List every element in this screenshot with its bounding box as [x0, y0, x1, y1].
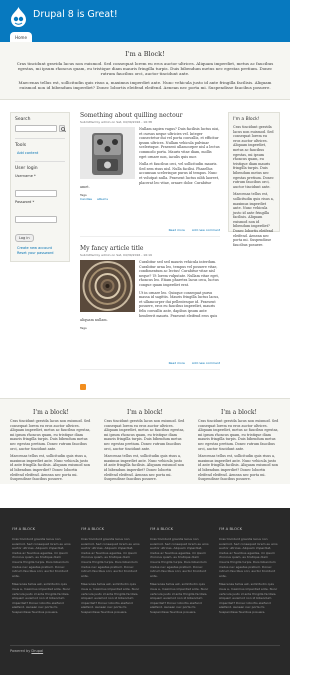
tools-block-title: Tools: [15, 143, 27, 148]
nav-tab-home[interactable]: Home: [10, 32, 32, 42]
article-title[interactable]: My fancy article title: [80, 245, 220, 252]
block-paragraph: Maecenas tellus est, sollicitudin quis r…: [10, 454, 91, 482]
main-content: Something about quilling nectour Submitt…: [80, 112, 220, 378]
add-comment-link[interactable]: Add new comment: [192, 361, 220, 365]
drupal-link[interactable]: Drupal: [31, 649, 43, 653]
guitar-pedal-image: [80, 127, 135, 179]
site-header: Drupal 8 is Great! Home: [0, 0, 290, 42]
footer-block: I'm a block Cras tincidunt gravida lacus…: [81, 526, 141, 619]
block-title: I'm a block: [219, 526, 243, 531]
block-paragraph: Cras tincidunt gravida lacus non euismod…: [150, 537, 209, 578]
article-links: Read more Add new comment: [163, 361, 220, 365]
login-button[interactable]: Log in: [15, 234, 34, 242]
spiral-staircase-image: [80, 260, 135, 312]
password-field[interactable]: [15, 215, 57, 223]
block-paragraph: Cras tincidunt gravida lacus non euismod…: [12, 537, 71, 578]
site-footer: I'm a block Cras tincidunt gravida lacus…: [0, 508, 290, 675]
divider: [10, 645, 280, 646]
powered-by-text: Powered by: [10, 649, 31, 653]
block-paragraph: Cras tincidunt gravida lacus non euismod…: [104, 419, 185, 451]
block-paragraph: Maecenas tellus est, sollicitudin quis r…: [12, 582, 71, 614]
tags-label: Tags: [80, 325, 87, 330]
triptych-block: I'm a block! Cras tincidunt gravida lacu…: [198, 409, 280, 485]
login-block-title: User login: [15, 166, 38, 171]
block-paragraph: Cras tincidunt gravida lacus non euismod…: [16, 61, 274, 76]
sidebar-second: I'm a Block! Cras tincidunt gravida lacu…: [228, 112, 280, 247]
footer-block: I'm a block Cras tincidunt gravida lacus…: [150, 526, 210, 619]
article-meta: Submitted by admin on Sat, 04/30/2016 - …: [80, 120, 152, 124]
search-button[interactable]: [59, 125, 66, 132]
add-content-link[interactable]: Add content: [17, 151, 65, 155]
username-field[interactable]: [15, 189, 57, 197]
block-title: I'm a block!: [221, 409, 257, 416]
article-links: Read more Add new comment: [163, 228, 220, 232]
footer-block: I'm a block Cras tincidunt gravida lacus…: [12, 526, 72, 619]
triptych-block: I'm a block! Cras tincidunt gravida lacu…: [104, 409, 186, 485]
divider: [15, 161, 65, 162]
tag-link[interactable]: albums: [97, 197, 108, 201]
block-title: I'm a Block!: [125, 50, 165, 58]
reset-password-link[interactable]: Reset your password: [17, 251, 65, 255]
article-teaser: My fancy article title Submitted by admi…: [80, 245, 220, 370]
search-icon: [61, 127, 66, 132]
block-paragraph: Cras tincidunt gravida lacus non euismod…: [219, 537, 278, 578]
block-paragraph: Maecenas tellus est, sollicitudin quis r…: [81, 582, 140, 614]
search-block-title: Search: [15, 117, 31, 122]
block-title: I'm a Block!: [233, 117, 260, 122]
divider: [15, 138, 65, 139]
block-title: I'm a block!: [33, 409, 69, 416]
block-paragraph: Cras tincidunt gravida lacus non euismod…: [198, 419, 279, 451]
read-more-link[interactable]: Read more: [169, 228, 185, 232]
article-title[interactable]: Something about quilling nectour: [80, 112, 220, 119]
block-paragraph: Maecenas tellus est, sollicitudin quis r…: [104, 454, 185, 482]
tag-link[interactable]: Candles: [80, 197, 92, 201]
triptych-region: I'm a block! Cras tincidunt gravida lacu…: [0, 398, 290, 484]
sidebar-first: Search Tools Add content User login User…: [10, 112, 70, 262]
block-paragraph: Maecenas tellus est, sollicitudin quis r…: [18, 80, 272, 90]
article-tags: Tags: [80, 326, 220, 330]
password-label: Password *: [15, 200, 35, 204]
highlighted-block: I'm a Block! Cras tincidunt gravida lacu…: [0, 42, 290, 100]
block-paragraph: Cras tincidunt gravida lacus non euismod…: [10, 419, 91, 451]
article-teaser: Something about quilling nectour Submitt…: [80, 112, 220, 237]
create-account-link[interactable]: Create new account: [17, 246, 65, 250]
article-tags: Tags Candles albums: [80, 193, 220, 201]
username-label: Username *: [15, 174, 36, 178]
block-title: I'm a block!: [127, 409, 163, 416]
block-paragraph: Cras tincidunt gravida lacus non euismod…: [81, 537, 140, 578]
powered-by: Powered by Drupal: [10, 649, 43, 653]
rss-feed-icon[interactable]: [80, 384, 86, 390]
triptych-block: I'm a block! Cras tincidunt gravida lacu…: [10, 409, 92, 485]
block-paragraph: Maecenas tellus est, sollicitudin quis r…: [219, 582, 278, 614]
read-more-link[interactable]: Read more: [169, 361, 185, 365]
block-paragraph: Maecenas tellus est, sollicitudin quis r…: [150, 582, 209, 614]
article-meta: Submitted by admin on Sat, 04/30/2016 - …: [80, 253, 152, 257]
footer-block: I'm a block Cras tincidunt gravida lacus…: [219, 526, 279, 619]
block-title: I'm a block: [150, 526, 174, 531]
site-name[interactable]: Drupal 8 is Great!: [33, 9, 118, 20]
drupal-drop-icon[interactable]: [10, 7, 27, 27]
block-paragraph: Cras tincidunt gravida lacus non euismod…: [233, 125, 274, 189]
add-comment-link[interactable]: Add new comment: [192, 228, 220, 232]
block-paragraph: Maecenas tellus est, sollicitudin quis r…: [233, 192, 274, 247]
block-title: I'm a block: [12, 526, 36, 531]
block-title: I'm a block: [81, 526, 105, 531]
search-input[interactable]: [15, 125, 57, 132]
block-paragraph: Maecenas tellus est, sollicitudin quis r…: [198, 454, 279, 482]
